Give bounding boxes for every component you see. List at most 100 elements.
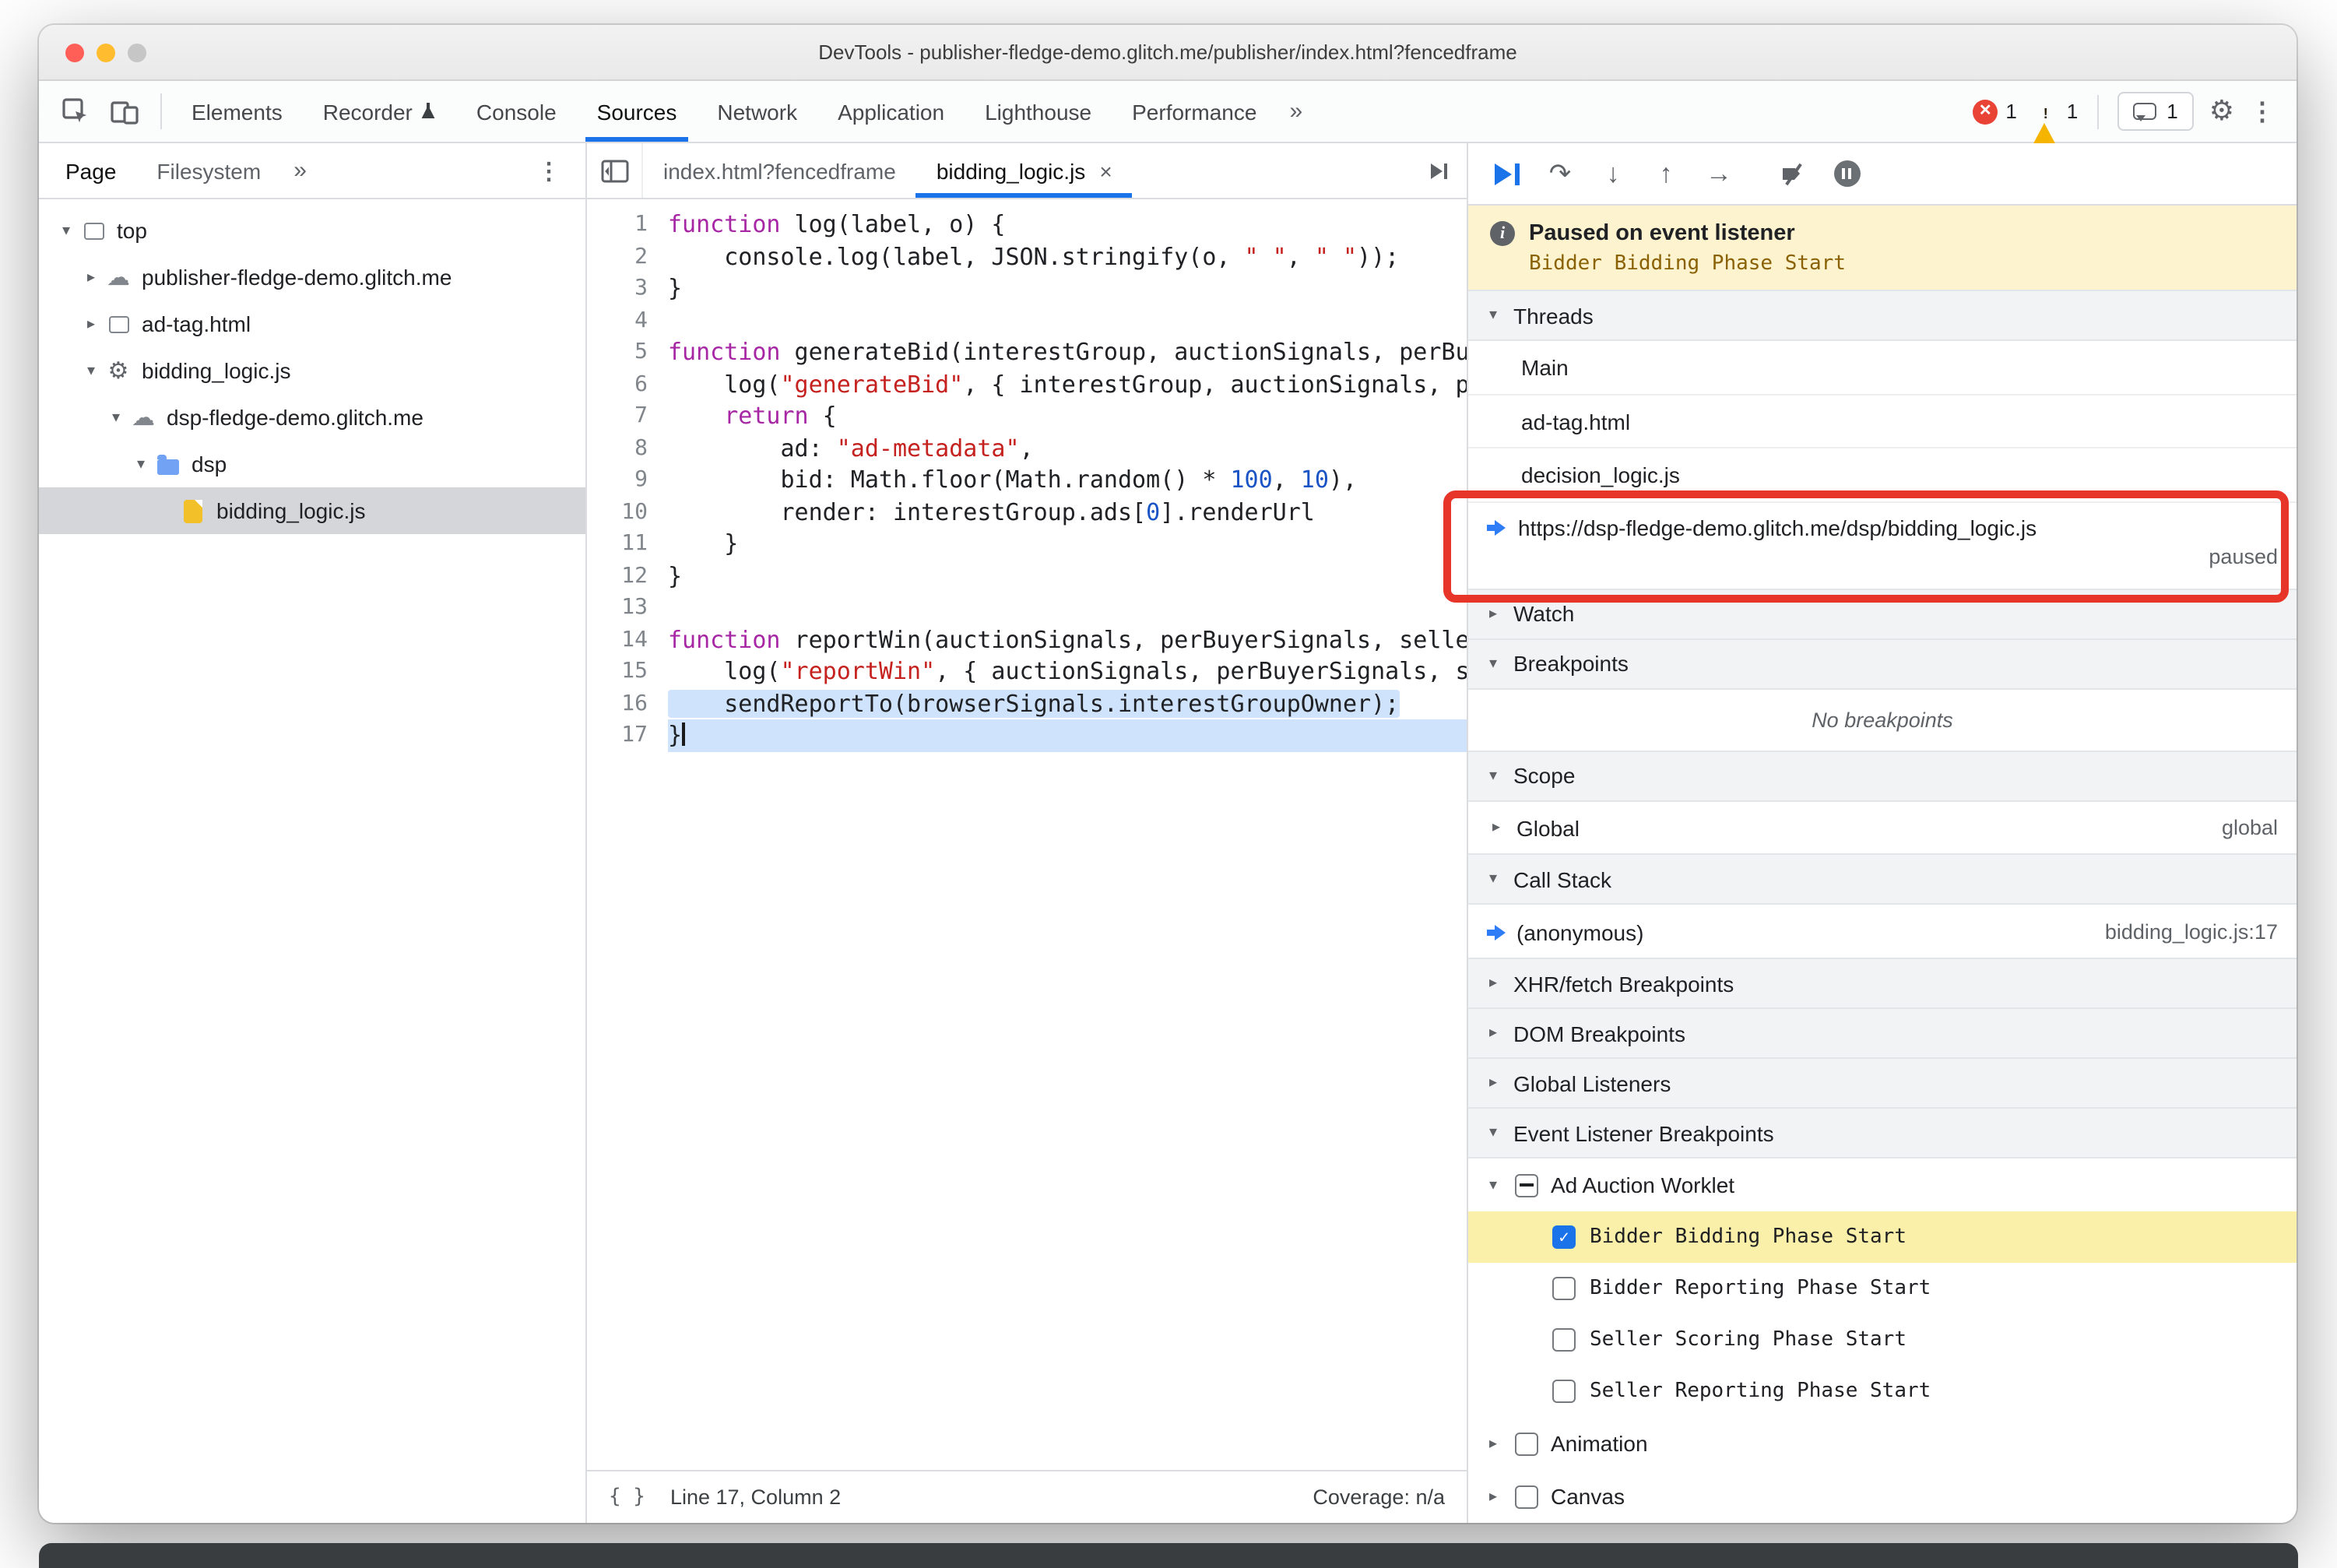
tab-application[interactable]: Application [817,81,965,142]
tab-console[interactable]: Console [456,81,577,142]
toggle-navigator-icon[interactable] [587,143,643,198]
expanded-arrow-icon[interactable]: ▾ [104,409,128,426]
elb-group-animation[interactable]: ▸ Animation [1468,1417,2297,1470]
tab-network[interactable]: Network [697,81,817,142]
line-number[interactable]: 4 [587,304,668,336]
elb-group-canvas[interactable]: ▸ Canvas [1468,1470,2297,1523]
line-number[interactable]: 1 [587,209,668,241]
tab-lighthouse[interactable]: Lighthouse [965,81,1112,142]
collapsed-arrow-icon[interactable]: ▸ [79,269,103,286]
expanded-arrow-icon[interactable]: ▾ [1484,1176,1502,1194]
checkbox-indeterminate[interactable] [1515,1173,1538,1197]
pretty-print-icon[interactable]: { } [609,1485,645,1509]
checkbox-unchecked[interactable] [1552,1328,1576,1352]
pause-on-exceptions-icon[interactable] [1823,150,1870,197]
zoom-window-button[interactable] [128,44,146,62]
tree-item-publisher-fledge-demo-glitch-me[interactable]: ▸ ☁ publisher-fledge-demo.glitch.me [39,254,585,301]
tree-item-dsp[interactable]: ▾ dsp [39,441,585,487]
xhr-breakpoints-section-header[interactable]: ▸ XHR/fetch Breakpoints [1468,959,2297,1009]
console-warnings-badge[interactable]: ! 1 [2032,100,2078,146]
checkbox-unchecked[interactable] [1515,1432,1538,1455]
more-editor-tabs-icon[interactable] [1411,143,1467,198]
line-content[interactable]: return { [668,400,1467,432]
line-number[interactable]: 10 [587,496,668,528]
event-listener-breakpoints-section-header[interactable]: ▾ Event Listener Breakpoints [1468,1109,2297,1158]
line-number[interactable]: 16 [587,687,668,719]
line-number[interactable]: 14 [587,624,668,656]
line-content[interactable]: function generateBid(interestGroup, auct… [668,336,1467,368]
collapsed-arrow-icon[interactable]: ▸ [1484,1488,1502,1505]
expanded-arrow-icon[interactable]: ▾ [54,222,78,239]
checkbox-unchecked[interactable] [1552,1380,1576,1403]
resume-script-icon[interactable] [1484,150,1530,197]
line-content[interactable]: ad: "ad-metadata", [668,432,1467,464]
threads-section-header[interactable]: ▾ Threads [1468,291,2297,341]
call-stack-frame[interactable]: (anonymous) bidding_logic.js:17 [1468,905,2297,959]
line-content[interactable]: } [668,528,1467,560]
code-editor[interactable]: 1 function log(label, o) {2 console.log(l… [587,199,1467,1470]
line-number[interactable]: 6 [587,368,668,400]
expanded-arrow-icon[interactable]: ▾ [129,455,153,473]
step-icon[interactable]: → [1696,150,1742,197]
inspect-element-icon[interactable] [51,88,98,135]
scope-section-header[interactable]: ▾ Scope [1468,751,2297,802]
kebab-menu-icon[interactable]: ⋮ [2250,96,2275,127]
scope-row-global[interactable]: ▸ Global global [1468,801,2297,855]
thread-row-ad-tag[interactable]: ad-tag.html [1468,395,2297,449]
close-tab-icon[interactable]: × [1099,158,1112,183]
tree-item-dsp-fledge-demo-glitch-me[interactable]: ▾ ☁ dsp-fledge-demo.glitch.me [39,394,585,441]
global-listeners-section-header[interactable]: ▸ Global Listeners [1468,1059,2297,1109]
more-panels-icon[interactable]: » [1277,81,1315,142]
checkbox-unchecked[interactable] [1515,1485,1538,1508]
line-content[interactable]: function reportWin(auctionSignals, perBu… [668,624,1467,656]
console-errors-badge[interactable]: ✕ 1 [1973,99,2017,124]
elb-item-seller-reporting-phase-start[interactable]: Seller Reporting Phase Start [1468,1366,2297,1417]
elb-item-bidder-bidding-phase-start[interactable]: Bidder Bidding Phase Start [1468,1211,2297,1263]
line-content[interactable]: log("reportWin", { auctionSignals, perBu… [668,656,1467,687]
step-over-icon[interactable]: ↷ [1537,150,1583,197]
step-into-icon[interactable]: ↓ [1590,150,1636,197]
line-number[interactable]: 3 [587,272,668,304]
device-toolbar-icon[interactable] [101,88,148,135]
expanded-arrow-icon[interactable]: ▾ [79,362,103,379]
line-number[interactable]: 17 [587,719,668,751]
settings-gear-icon[interactable]: ⚙ [2209,95,2234,128]
elb-group-ad-auction-worklet[interactable]: ▾ Ad Auction Worklet [1468,1158,2297,1211]
line-number[interactable]: 9 [587,464,668,496]
editor-tab-bidding-logic[interactable]: bidding_logic.js × [915,143,1133,198]
line-number[interactable]: 8 [587,432,668,464]
line-number[interactable]: 5 [587,336,668,368]
minimize-window-button[interactable] [97,44,115,62]
breakpoints-section-header[interactable]: ▾ Breakpoints [1468,639,2297,690]
line-content[interactable]: console.log(label, JSON.stringify(o, " "… [668,241,1467,272]
window-titlebar[interactable]: DevTools - publisher-fledge-demo.glitch.… [39,25,2297,81]
line-content[interactable]: } [668,272,1467,304]
collapsed-arrow-icon[interactable]: ▸ [79,315,103,332]
thread-row-main[interactable]: Main [1468,341,2297,396]
dom-breakpoints-section-header[interactable]: ▸ DOM Breakpoints [1468,1009,2297,1059]
tree-item-ad-tag-html[interactable]: ▸ ad-tag.html [39,301,585,347]
thread-row-decision-logic[interactable]: decision_logic.js [1468,449,2297,504]
tab-sources[interactable]: Sources [577,81,698,142]
line-content[interactable]: sendReportTo(browserSignals.interestGrou… [668,687,1467,719]
deactivate-breakpoints-icon[interactable] [1770,150,1817,197]
tab-page[interactable]: Page [45,143,136,198]
elb-item-bidder-reporting-phase-start[interactable]: Bidder Reporting Phase Start [1468,1263,2297,1314]
checkbox-checked[interactable] [1552,1225,1576,1249]
call-stack-section-header[interactable]: ▾ Call Stack [1468,855,2297,905]
elb-item-seller-scoring-phase-start[interactable]: Seller Scoring Phase Start [1468,1314,2297,1366]
tab-filesystem[interactable]: Filesystem [136,143,281,198]
line-number[interactable]: 7 [587,400,668,432]
checkbox-unchecked[interactable] [1552,1277,1576,1300]
line-number[interactable]: 13 [587,592,668,624]
line-content[interactable]: render: interestGroup.ads[0].renderUrl [668,496,1467,528]
line-content[interactable]: } [668,560,1467,592]
more-navigator-tabs-icon[interactable]: » [281,157,319,184]
tab-elements[interactable]: Elements [171,81,303,142]
line-number[interactable]: 15 [587,656,668,687]
line-content[interactable]: function log(label, o) { [668,209,1467,241]
tab-performance[interactable]: Performance [1112,81,1277,142]
editor-tab-index-html[interactable]: index.html?fencedframe [643,143,916,198]
line-content[interactable]: log("generateBid", { interestGroup, auct… [668,368,1467,400]
tree-item-top[interactable]: ▾ top [39,207,585,254]
